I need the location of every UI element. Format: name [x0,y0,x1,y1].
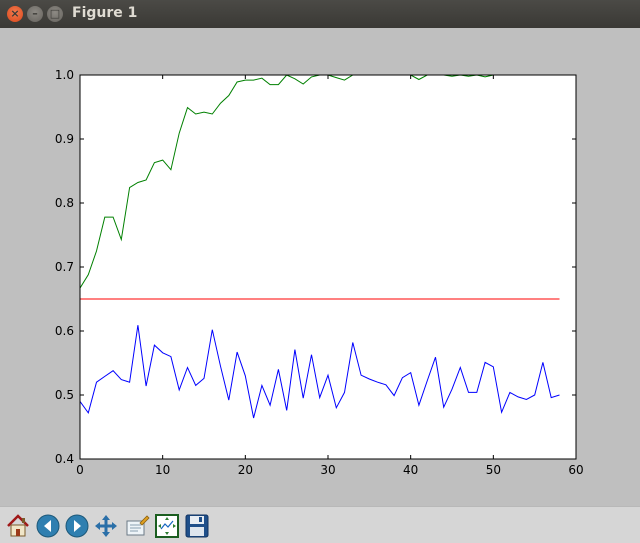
y-tick-label: 0.7 [55,260,74,274]
navigation-toolbar [0,506,640,543]
figure-canvas[interactable]: 0 10 20 30 40 50 60 0.4 0.5 0.6 0.7 0.8 0.9 1.0 [0,28,640,506]
floppy-disk-icon [185,514,209,538]
close-window-button[interactable]: × [7,6,23,22]
minimize-window-button[interactable]: – [27,6,43,22]
home-button[interactable] [4,512,32,540]
x-tick-label: 40 [403,463,418,477]
maximize-window-button[interactable]: □ [47,6,63,22]
home-icon [7,514,29,537]
arrow-right-icon [65,514,89,538]
x-tick-label: 20 [238,463,253,477]
y-tick-label: 0.6 [55,324,74,338]
save-button[interactable] [183,512,211,540]
x-tick-label: 0 [76,463,84,477]
y-tick-label: 0.4 [55,452,74,466]
y-tick-label: 0.5 [55,388,74,402]
y-tick-label: 0.9 [55,132,74,146]
window-titlebar: × – □ Figure 1 [0,0,640,28]
move-icon [95,515,117,537]
x-tick-label: 50 [486,463,501,477]
y-tick-label: 1.0 [55,68,74,82]
plot-area [80,75,576,459]
window-title: Figure 1 [72,5,138,21]
pan-button[interactable] [92,512,120,540]
configure-subplots-icon [155,514,179,538]
subplots-button[interactable] [153,512,181,540]
back-button[interactable] [34,512,62,540]
x-tick-label: 10 [155,463,170,477]
minimize-icon: – [32,7,38,20]
x-tick-label: 30 [320,463,335,477]
line-chart: 0 10 20 30 40 50 60 0.4 0.5 0.6 0.7 0.8 0.9 1.0 [55,68,584,477]
close-icon: × [10,7,20,20]
forward-button[interactable] [63,512,91,540]
arrow-left-icon [36,514,60,538]
maximize-icon: □ [49,7,61,20]
x-tick-label: 60 [568,463,583,477]
zoom-rect-icon [126,515,150,536]
zoom-button[interactable] [123,512,151,540]
y-tick-label: 0.8 [55,196,74,210]
